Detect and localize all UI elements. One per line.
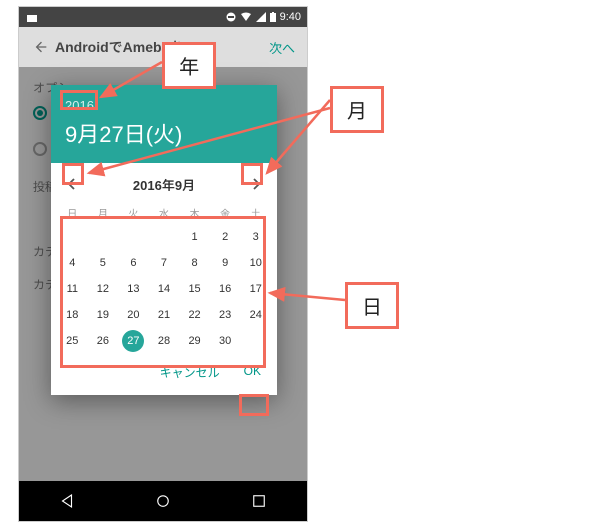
calendar-day[interactable]: 5 bbox=[88, 250, 119, 276]
calendar-day[interactable]: 19 bbox=[88, 302, 119, 328]
calendar-day[interactable]: 26 bbox=[88, 328, 119, 354]
status-bar: 9:40 bbox=[19, 7, 307, 27]
dow-tue: 火 bbox=[118, 201, 149, 224]
cancel-button[interactable]: キャンセル bbox=[154, 360, 226, 385]
app-bar-title: AndroidでAmebaを… bbox=[55, 37, 265, 57]
calendar-day[interactable]: 22 bbox=[179, 302, 210, 328]
calendar-day: . bbox=[118, 224, 149, 250]
chevron-left-icon bbox=[67, 178, 77, 190]
calendar-day[interactable]: 8 bbox=[179, 250, 210, 276]
calendar-day[interactable]: 11 bbox=[57, 276, 88, 302]
calendar-day: . bbox=[149, 224, 180, 250]
calendar-day[interactable]: 14 bbox=[149, 276, 180, 302]
nav-back-icon bbox=[58, 492, 76, 510]
calendar-day[interactable]: 16 bbox=[210, 276, 241, 302]
calendar-week: 18192021222324 bbox=[51, 302, 277, 328]
dialog-actions: キャンセル OK bbox=[51, 354, 277, 395]
prev-month-button[interactable] bbox=[61, 173, 83, 195]
selected-date-label[interactable]: 9月27日(火) bbox=[65, 117, 263, 149]
dnd-icon bbox=[226, 12, 236, 22]
calendar-day: . bbox=[240, 328, 271, 354]
month-label: 2016年9月 bbox=[133, 175, 195, 194]
notification-icon bbox=[27, 12, 37, 22]
calendar-day[interactable]: 23 bbox=[210, 302, 241, 328]
calendar-day[interactable]: 12 bbox=[88, 276, 119, 302]
dow-wed: 水 bbox=[149, 201, 180, 224]
calendar-day: . bbox=[88, 224, 119, 250]
calendar-day[interactable]: 13 bbox=[118, 276, 149, 302]
calendar-week: 252627282930. bbox=[51, 328, 277, 354]
calendar-day[interactable]: 20 bbox=[118, 302, 149, 328]
wifi-icon bbox=[240, 12, 252, 22]
android-nav-bar bbox=[19, 481, 307, 521]
dow-thu: 木 bbox=[179, 201, 210, 224]
nav-recent-icon bbox=[250, 492, 268, 510]
calendar-day[interactable]: 17 bbox=[240, 276, 271, 302]
calendar-day[interactable]: 30 bbox=[210, 328, 241, 354]
calendar-grid: ....123456789101112131415161718192021222… bbox=[51, 224, 277, 354]
day-of-week-row: 日 月 火 水 木 金 土 bbox=[51, 201, 277, 224]
calendar-day[interactable]: 2 bbox=[210, 224, 241, 250]
next-month-button[interactable] bbox=[245, 173, 267, 195]
callout-month: 月 bbox=[330, 86, 384, 133]
chevron-right-icon bbox=[251, 178, 261, 190]
calendar-day[interactable]: 3 bbox=[240, 224, 271, 250]
callout-year: 年 bbox=[162, 42, 216, 89]
back-button[interactable] bbox=[27, 39, 55, 55]
calendar-day[interactable]: 18 bbox=[57, 302, 88, 328]
calendar-day[interactable]: 10 bbox=[240, 250, 271, 276]
calendar-week: 45678910 bbox=[51, 250, 277, 276]
calendar-day[interactable]: 9 bbox=[210, 250, 241, 276]
dow-sat: 土 bbox=[240, 201, 271, 224]
signal-icon bbox=[256, 12, 266, 22]
year-label[interactable]: 2016 bbox=[65, 98, 94, 113]
calendar-day[interactable]: 24 bbox=[240, 302, 271, 328]
dow-mon: 月 bbox=[88, 201, 119, 224]
calendar-day[interactable]: 7 bbox=[149, 250, 180, 276]
calendar-day[interactable]: 28 bbox=[149, 328, 180, 354]
dow-fri: 金 bbox=[210, 201, 241, 224]
calendar-day[interactable]: 6 bbox=[118, 250, 149, 276]
dow-sun: 日 bbox=[57, 201, 88, 224]
nav-home-icon bbox=[154, 492, 172, 510]
nav-home-button[interactable] bbox=[154, 492, 172, 510]
calendar-day: . bbox=[57, 224, 88, 250]
status-clock: 9:40 bbox=[280, 11, 301, 23]
date-picker-header: 2016 9月27日(火) bbox=[51, 85, 277, 163]
next-button[interactable]: 次へ bbox=[265, 38, 299, 57]
calendar-day[interactable]: 15 bbox=[179, 276, 210, 302]
calendar-day[interactable]: 27 bbox=[118, 328, 149, 354]
nav-recent-button[interactable] bbox=[250, 492, 268, 510]
ok-button[interactable]: OK bbox=[238, 360, 267, 385]
calendar-day[interactable]: 25 bbox=[57, 328, 88, 354]
month-nav: 2016年9月 bbox=[51, 163, 277, 201]
calendar-day[interactable]: 29 bbox=[179, 328, 210, 354]
calendar-week: 11121314151617 bbox=[51, 276, 277, 302]
calendar-day[interactable]: 1 bbox=[179, 224, 210, 250]
date-picker-dialog: 2016 9月27日(火) 2016年9月 日 月 火 水 木 金 土 bbox=[51, 85, 277, 395]
calendar-day[interactable]: 4 bbox=[57, 250, 88, 276]
battery-icon bbox=[270, 12, 276, 22]
callout-day: 日 bbox=[345, 282, 399, 329]
nav-back-button[interactable] bbox=[58, 492, 76, 510]
calendar-day[interactable]: 21 bbox=[149, 302, 180, 328]
calendar-week: ....123 bbox=[51, 224, 277, 250]
